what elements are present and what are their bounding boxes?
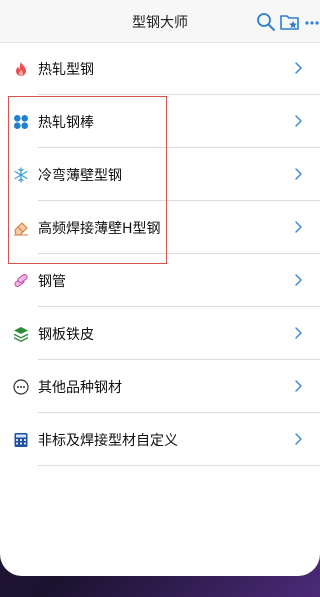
steel-category-list: 热轧型钢 热轧钢棒 冷弯薄壁型钢 高频焊接薄壁H型钢 钢管 钢板铁皮 其他品种钢… xyxy=(0,42,320,466)
search-icon[interactable] xyxy=(256,12,276,32)
eraser-icon xyxy=(14,222,28,236)
list-item[interactable]: 冷弯薄壁型钢 xyxy=(0,148,320,201)
chevron-right-icon xyxy=(295,221,302,233)
chevron-right-icon xyxy=(295,433,302,445)
chevron-right-icon xyxy=(295,62,302,74)
app-screen: 型钢大师 热轧型钢 热轧钢棒 冷弯薄壁型钢 高频焊接薄壁H型钢 钢管 钢板铁皮 … xyxy=(0,0,320,576)
device-bottom-bar xyxy=(0,576,320,597)
list-item[interactable]: 热轧型钢 xyxy=(0,42,320,95)
app-header: 型钢大师 xyxy=(0,0,320,43)
list-item-label: 热轧型钢 xyxy=(38,62,94,78)
divider xyxy=(38,465,320,466)
list-item[interactable]: 其他品种钢材 xyxy=(0,360,320,413)
list-item-label: 其他品种钢材 xyxy=(38,380,122,396)
flame-icon xyxy=(16,62,26,76)
list-item[interactable]: 钢管 xyxy=(0,254,320,307)
list-item[interactable]: 热轧钢棒 xyxy=(0,95,320,148)
calculator-icon xyxy=(14,433,28,447)
chevron-right-icon xyxy=(295,168,302,180)
ellipsis-circle-icon xyxy=(13,379,29,395)
list-item[interactable]: 钢板铁皮 xyxy=(0,307,320,360)
list-item[interactable]: 高频焊接薄壁H型钢 xyxy=(0,201,320,254)
more-icon[interactable] xyxy=(304,20,320,26)
chevron-right-icon xyxy=(295,380,302,392)
favorite-folder-icon[interactable] xyxy=(280,12,300,32)
four-circles-icon xyxy=(14,115,28,129)
list-item-label: 钢管 xyxy=(38,274,66,290)
pipes-icon xyxy=(14,274,28,287)
list-item[interactable]: 非标及焊接型材自定义 xyxy=(0,413,320,466)
list-item-label: 高频焊接薄壁H型钢 xyxy=(38,221,161,237)
chevron-right-icon xyxy=(295,115,302,127)
layers-icon xyxy=(14,327,28,342)
chevron-right-icon xyxy=(295,274,302,286)
list-item-label: 非标及焊接型材自定义 xyxy=(38,433,178,449)
list-item-label: 热轧钢棒 xyxy=(38,115,94,131)
list-item-label: 钢板铁皮 xyxy=(38,327,94,343)
chevron-right-icon xyxy=(295,327,302,339)
list-item-label: 冷弯薄壁型钢 xyxy=(38,168,122,184)
snowflake-icon xyxy=(14,167,28,183)
